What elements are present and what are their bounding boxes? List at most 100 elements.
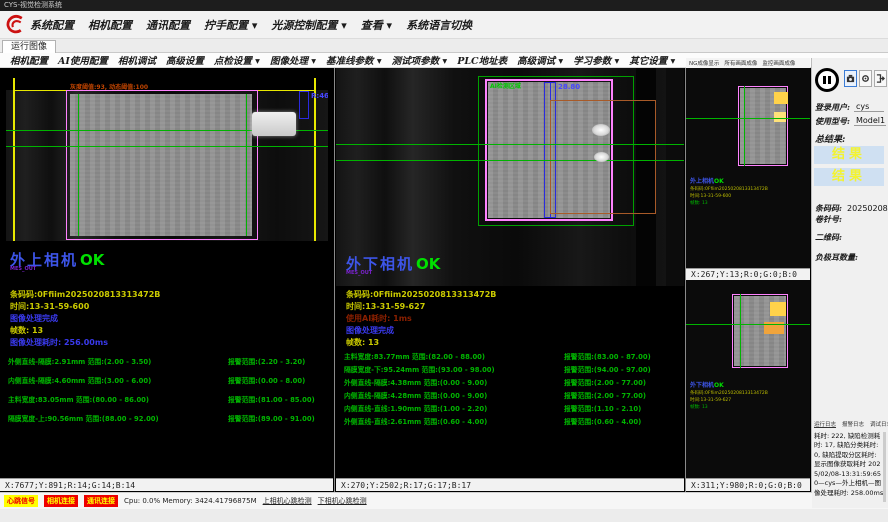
measurement-value: 隔膜宽度-下:95.24mm 范围:(93.00 - 98.00)	[344, 364, 495, 374]
thumbnail-upper[interactable]: 外上相机OK 条码码:0Ffiim2025020813313472B 时间:13…	[686, 68, 810, 268]
ai-elapsed-text: 使用AI耗时: 1ms	[346, 313, 412, 324]
measurement-value: 隔膜宽度-上:90.56mm 范围:(88.00 - 92.00)	[8, 413, 159, 423]
log-scrollbar[interactable]	[883, 432, 886, 502]
menu-item-language-switch[interactable]: 系统语言切换	[406, 17, 472, 33]
measurement-value: 主料宽度:83.77mm 范围:(82.00 - 88.00)	[344, 351, 485, 361]
upper-camera-heartbeat-link[interactable]: 上相机心跳检测	[263, 496, 312, 506]
result-display-upper: 结果	[814, 146, 884, 164]
measure-line	[246, 94, 247, 236]
camera-image-upper[interactable]: R:46 灰度阈值:93, 动态阈值:100	[6, 78, 328, 241]
process-status-text: 图像处理完成	[10, 313, 58, 324]
toolbar-item-camera-debug[interactable]: 相机调试	[118, 53, 156, 67]
alarm-range: 报警范围:(81.00 - 85.00)	[228, 394, 315, 404]
qr-code-label: 二维码:	[815, 232, 842, 243]
toolbar-item-other-settings[interactable]: 其它设置 ▾	[629, 53, 675, 67]
measure-line	[686, 118, 810, 119]
tab-all-views[interactable]: 所有画面成像	[724, 59, 757, 67]
total-result-label: 总结果:	[815, 132, 845, 145]
connector-tab	[252, 112, 296, 136]
image-shadow	[6, 78, 328, 90]
mini-time: 时间:13-31-59-627	[690, 397, 731, 403]
comm-link-badge: 通讯连接	[84, 495, 118, 507]
measurement-value: 外侧直线-直线:2.61mm 范围:(0.60 - 4.00)	[344, 416, 487, 426]
barcode-text: 条码码:0Ffiim2025020813313472B	[346, 289, 496, 300]
snapshot-button[interactable]	[844, 70, 857, 87]
alarm-range: 报警范围:(2.00 - 77.00)	[564, 390, 646, 400]
pixel-coordinate-bar: X:7677;Y:891;R:14;G:14;B:14	[0, 478, 333, 491]
camera-icon	[846, 74, 855, 83]
log-tab-debug[interactable]: 调试日志	[870, 420, 888, 428]
view-divider	[334, 68, 335, 492]
measure-line	[6, 146, 328, 147]
toolbar-item-camera-config[interactable]: 相机配置	[10, 53, 48, 67]
pixel-coordinate-bar: X:267;Y:13;R:0;G:0;B:0	[686, 268, 810, 280]
tab-ng-display[interactable]: NG成像显示	[689, 59, 719, 67]
neg-tab-count-label: 负极耳数量:	[815, 252, 858, 263]
measurement-value: 内侧直线-隔膜:4.28mm 范围:(0.00 - 9.00)	[344, 390, 487, 400]
lower-camera-heartbeat-link[interactable]: 下相机心跳检测	[318, 496, 367, 506]
toolbar-item-test-params[interactable]: 测试项参数 ▾	[392, 53, 448, 67]
result-ok: OK	[414, 255, 440, 273]
login-user-value: cys	[854, 102, 884, 112]
app-logo-icon	[5, 14, 26, 35]
roi-box	[66, 90, 258, 240]
exit-button[interactable]	[874, 70, 887, 87]
toolbar-item-plc-address-table[interactable]: PLC地址表	[457, 53, 507, 67]
toolbar-item-ai-usage-config[interactable]: AI使用配置	[58, 53, 108, 67]
tab-monitor-views[interactable]: 监控画面成像	[762, 59, 795, 67]
blue-measure-box	[299, 91, 309, 119]
mini-barcode: 条码码:0Ffiim2025020813313472B	[690, 186, 768, 192]
reel-pin-label: 卷针号:	[815, 214, 842, 225]
camera-link-badge: 相机连接	[44, 495, 78, 507]
control-sidebar: 登录用户: cys 使用型号: Model1 总结果: 结果 结果 条码码: 2…	[812, 58, 888, 508]
time-text: 时间:13-31-59-600	[10, 301, 89, 312]
pause-icon	[823, 76, 826, 84]
blue-measure-label: R:46	[311, 92, 328, 100]
alarm-range: 报警范围:(89.00 - 91.00)	[228, 413, 315, 423]
yellow-guide-line	[314, 78, 316, 241]
measure-line	[336, 144, 684, 145]
alarm-range: 报警范围:(2.00 - 77.00)	[564, 377, 646, 387]
settings-button[interactable]	[859, 70, 872, 87]
log-tab-alarm[interactable]: 报警日志	[842, 420, 864, 428]
toolbar-item-advanced-debug[interactable]: 高级调试 ▾	[517, 53, 563, 67]
model-label: 使用型号:	[815, 116, 850, 127]
toolbar-item-spot-check[interactable]: 点检设置 ▾	[214, 53, 260, 67]
measurement-value: 内侧直线-隔膜:4.60mm 范围:(3.00 - 6.00)	[8, 375, 151, 385]
status-bar: 心跳信号 相机连接 通讯连接 Cpu: 0.0% Memory: 3424.41…	[0, 492, 888, 509]
yellow-guide-line	[13, 78, 15, 241]
thumb-view-tabs: NG成像显示 所有画面成像 监控画面成像	[686, 58, 810, 68]
gear-icon	[861, 74, 870, 83]
defect-mark	[770, 302, 786, 316]
menu-item-view[interactable]: 查看 ▾	[361, 17, 392, 33]
barcode-value: 20250208	[847, 204, 888, 213]
mini-result-title: 外下相机OK	[690, 380, 724, 389]
mini-time: 时间:13-31-59-600	[690, 193, 731, 199]
defect-mark	[774, 112, 786, 122]
barcode-row: 条码码: 20250208	[815, 196, 888, 215]
menu-item-screwdriver-config[interactable]: 拧手配置 ▾	[204, 17, 257, 33]
defect-mark	[774, 92, 788, 104]
pause-button[interactable]	[815, 68, 839, 92]
thumbnail-lower[interactable]: 外下相机OK 条码码:0Ffiim2025020813313472B 时间:13…	[686, 280, 810, 478]
toolbar-item-learning-params[interactable]: 学习参数 ▾	[573, 53, 619, 67]
mini-barcode: 条码码:0Ffiim2025020813313472B	[690, 390, 768, 396]
log-tab-strip: 运行日志 报警日志 调试日志	[814, 420, 888, 428]
log-tab-run[interactable]: 运行日志	[814, 420, 836, 428]
toolbar-item-advanced-settings[interactable]: 高级设置	[166, 53, 204, 67]
measure-line	[686, 324, 810, 325]
window-titlebar: CYS-视觉检测系统	[0, 0, 888, 11]
menu-item-light-control-config[interactable]: 光源控制配置 ▾	[271, 17, 346, 33]
camera-view-lower: AI检测区域 28.80 外下相机OK MES_OUT 条码码:0Ffiim20…	[336, 68, 684, 492]
menu-item-system-config[interactable]: 系统配置	[30, 17, 74, 33]
measurement-value: 主料宽度:83.05mm 范围:(80.00 - 86.00)	[8, 394, 149, 404]
result-ok: OK	[78, 251, 104, 269]
menu-item-comm-config[interactable]: 通讯配置	[146, 17, 190, 33]
toolbar-item-baseline-params[interactable]: 基准线参数 ▾	[326, 53, 382, 67]
menu-item-camera-config[interactable]: 相机配置	[88, 17, 132, 33]
frame-count-text: 帧数: 13	[346, 337, 379, 348]
image-shadow	[666, 68, 684, 286]
toolbar-item-image-processing[interactable]: 图像处理 ▾	[270, 53, 316, 67]
tab-run-image[interactable]: 运行图像	[2, 40, 56, 53]
barcode-text: 条码码:0Ffiim2025020813313472B	[10, 289, 160, 300]
